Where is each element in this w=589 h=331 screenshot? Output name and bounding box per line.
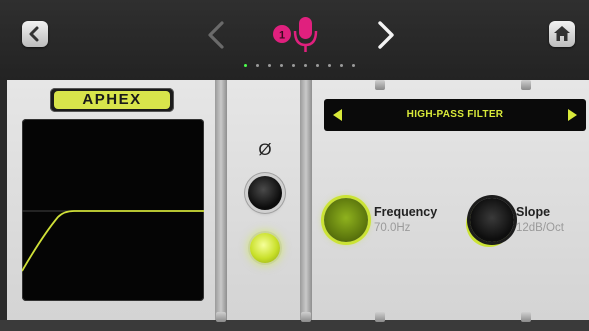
- rack-screw: [521, 312, 531, 322]
- back-button[interactable]: [22, 21, 48, 47]
- rack-screw: [216, 312, 226, 322]
- triangle-left-icon[interactable]: [331, 108, 343, 122]
- bottom-strip: [0, 320, 589, 331]
- rack-screw: [375, 312, 385, 322]
- frequency-value: 70.0Hz: [374, 222, 411, 234]
- frequency-label: Frequency: [374, 205, 438, 219]
- previous-channel-button[interactable]: [204, 20, 228, 50]
- input-1-icon: 1: [273, 25, 291, 43]
- home-icon: [554, 26, 570, 41]
- rack-screw: [375, 80, 385, 90]
- microphone-icon: [293, 17, 318, 52]
- rack-rail: [300, 80, 312, 320]
- navigation-bar: 1: [0, 0, 589, 80]
- page-dot[interactable]: [316, 64, 319, 67]
- page-dot[interactable]: [280, 64, 283, 67]
- brand-logo: APHEX: [50, 88, 174, 112]
- phase-invert-label: Ø: [258, 140, 272, 159]
- page-dot[interactable]: [352, 64, 355, 67]
- filter-type-label: HIGH-PASS FILTER: [406, 109, 504, 120]
- phase-invert-button[interactable]: [248, 176, 282, 210]
- page-dot[interactable]: [340, 64, 343, 67]
- rack-screw: [521, 80, 531, 90]
- next-channel-button[interactable]: [374, 20, 398, 50]
- page-dot[interactable]: [256, 64, 259, 67]
- channel-indicator: 1: [273, 17, 318, 52]
- high-pass-curve-icon: [21, 210, 204, 272]
- filter-type-selector[interactable]: HIGH-PASS FILTER: [324, 99, 586, 131]
- filter-enable-button[interactable]: [250, 233, 280, 263]
- slope-label: Slope: [516, 205, 551, 219]
- page-dot[interactable]: [244, 64, 247, 67]
- slope-value: 12dB/Oct: [516, 222, 564, 234]
- svg-text:1: 1: [279, 30, 285, 42]
- page-dot[interactable]: [328, 64, 331, 67]
- brand-label: APHEX: [54, 91, 170, 109]
- page-dot[interactable]: [304, 64, 307, 67]
- page-dot[interactable]: [268, 64, 271, 67]
- frequency-knob[interactable]: [324, 198, 368, 242]
- filter-response-display: [21, 119, 204, 301]
- chevron-left-icon: [29, 26, 39, 42]
- slope-knob[interactable]: [470, 198, 514, 242]
- rack-rail: [215, 80, 227, 320]
- page-dot[interactable]: [292, 64, 295, 67]
- rack-screw: [301, 312, 311, 322]
- triangle-right-icon[interactable]: [567, 108, 579, 122]
- home-button[interactable]: [549, 21, 575, 47]
